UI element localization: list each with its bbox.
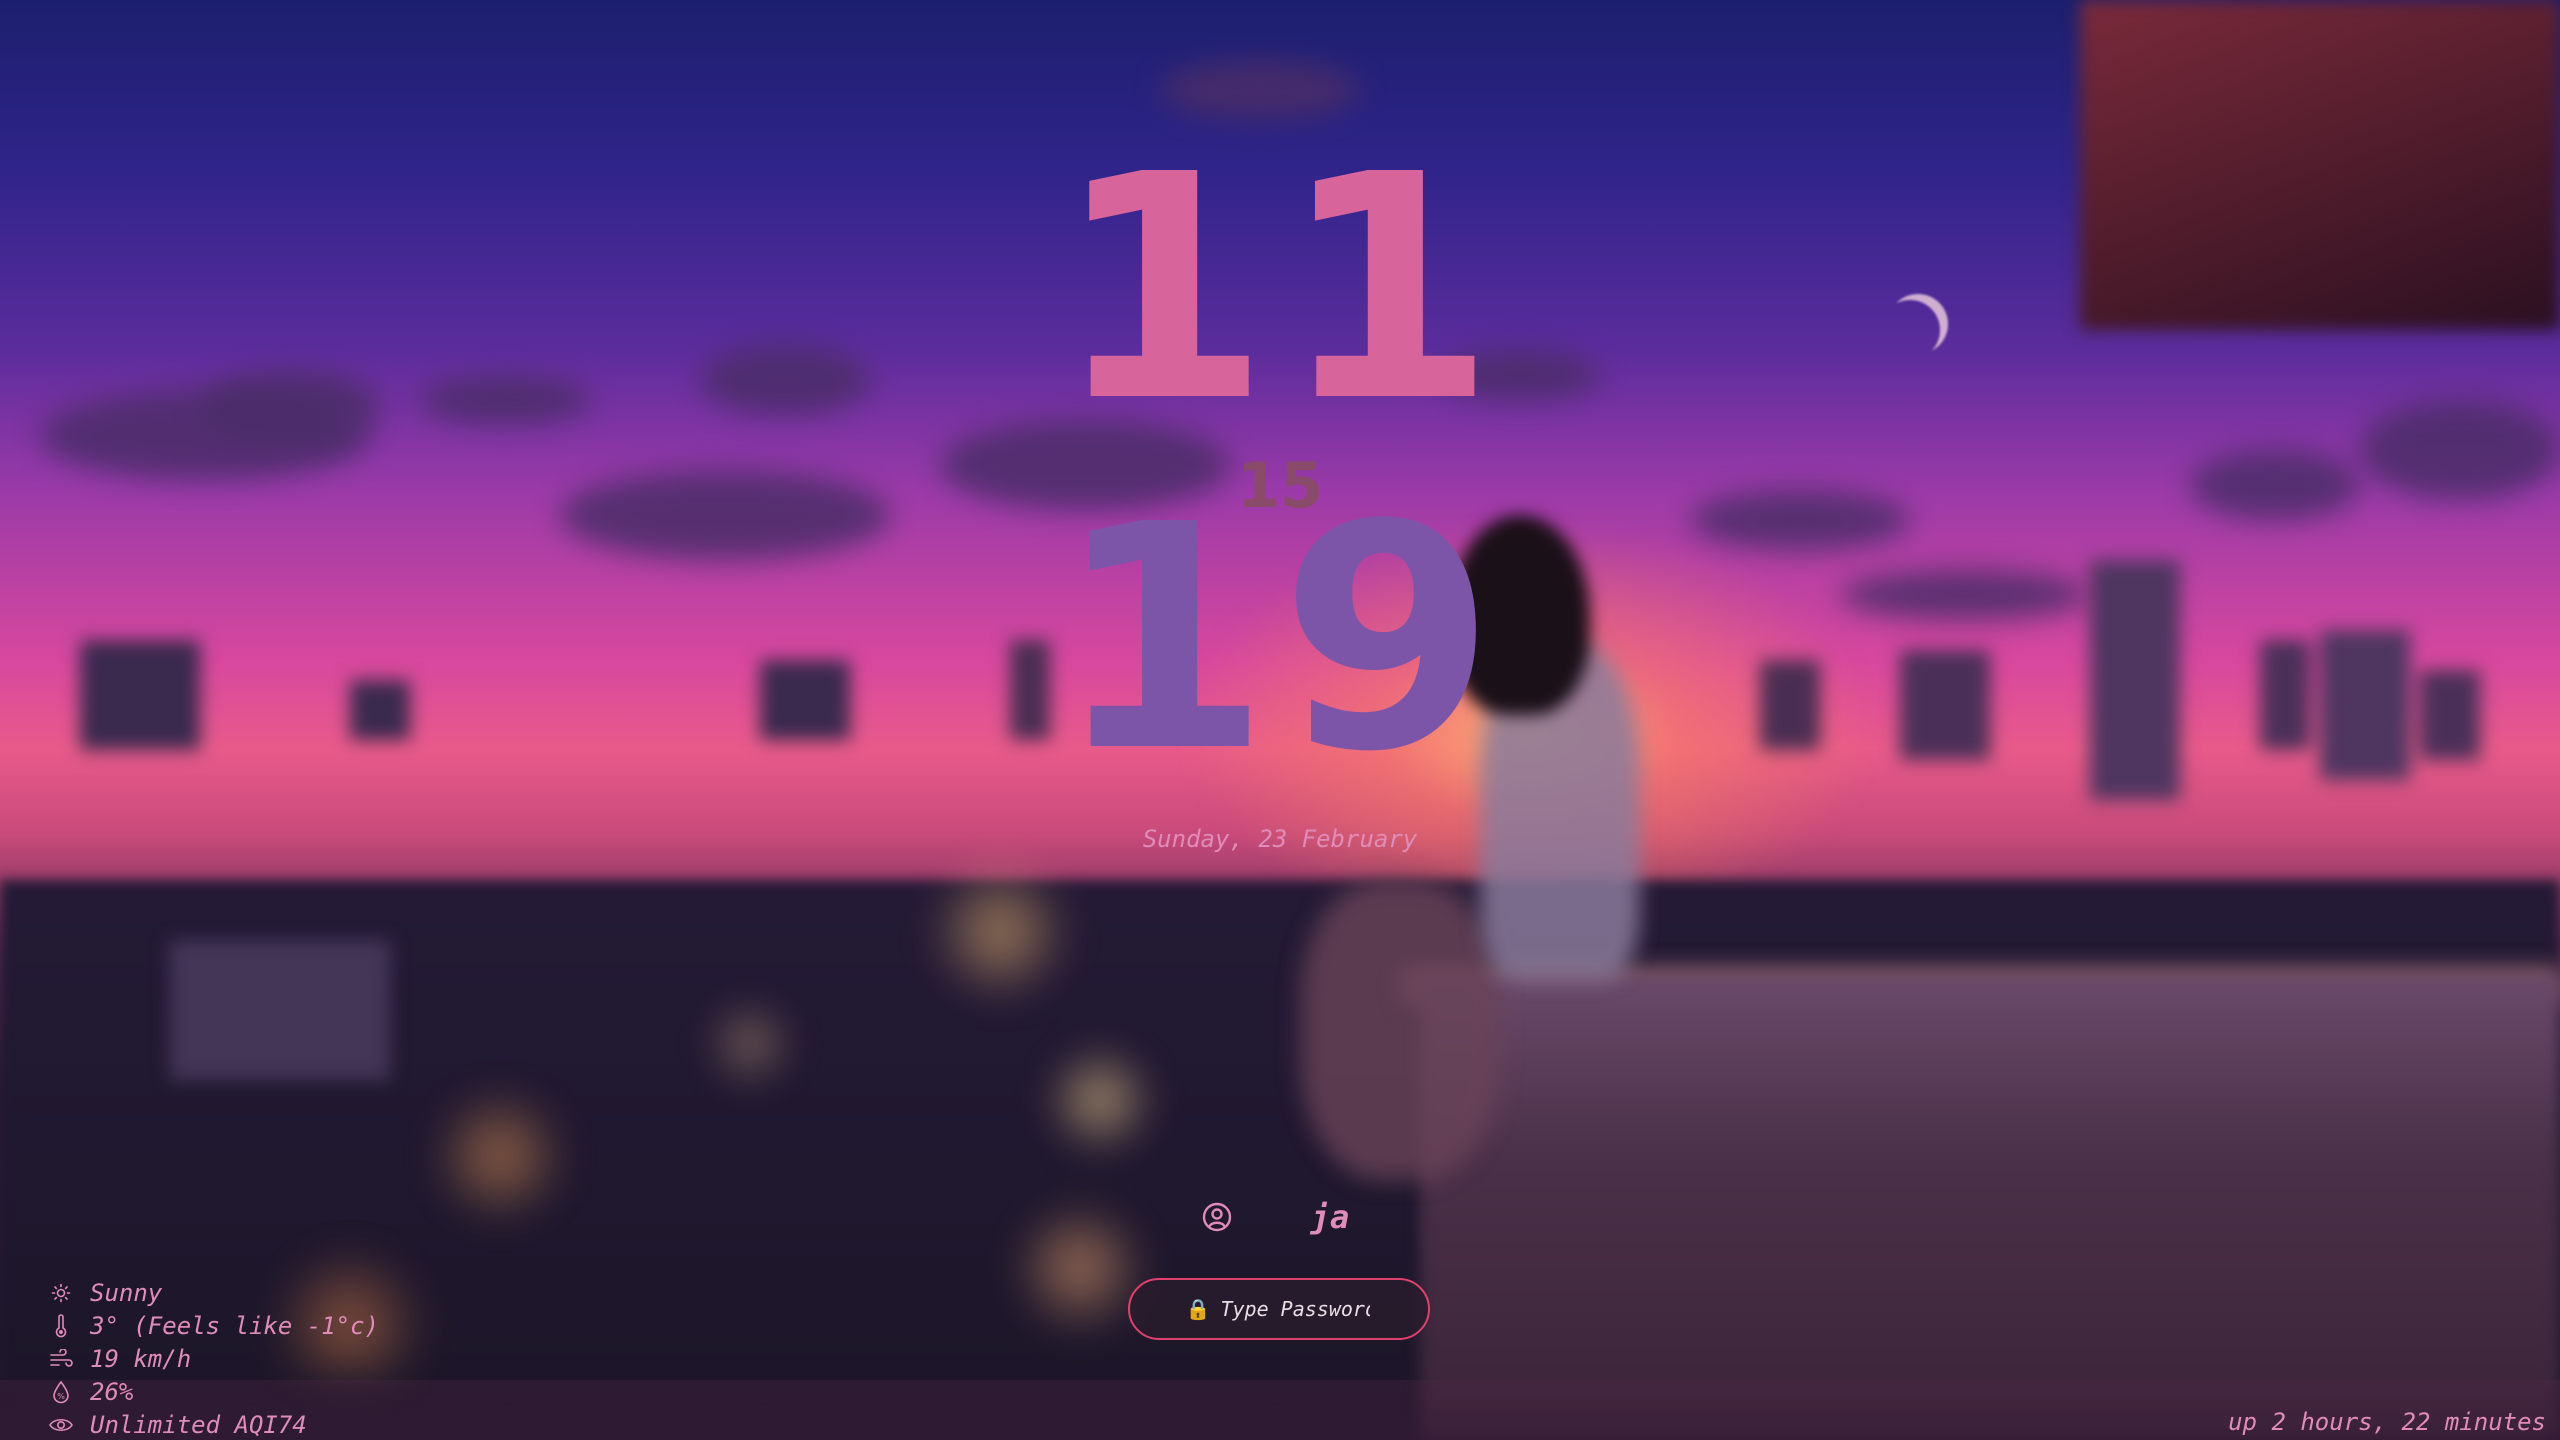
username-label: ja bbox=[1310, 1198, 1350, 1236]
wallpaper-figure-legs bbox=[1300, 880, 1500, 1180]
wallpaper-moon bbox=[1880, 300, 1940, 360]
wind-icon bbox=[46, 1346, 76, 1372]
weather-humidity: 26% bbox=[90, 1377, 134, 1406]
weather-widget: Sunny 3° (Feels like -1°c) 19 km/h % 26%… bbox=[46, 1276, 379, 1440]
svg-text:%: % bbox=[57, 1392, 65, 1401]
wallpaper-cloud bbox=[1840, 570, 2090, 620]
wallpaper-cloud bbox=[2190, 450, 2360, 520]
date-label: Sunday, 23 February bbox=[1142, 825, 1418, 853]
weather-row-wind: 19 km/h bbox=[46, 1342, 379, 1375]
wallpaper-cloud bbox=[200, 370, 380, 440]
weather-row-visibility: Unlimited AQI74 bbox=[46, 1408, 379, 1440]
password-field-container[interactable]: 🔒 bbox=[1128, 1278, 1430, 1340]
wallpaper-ledge bbox=[1420, 975, 2560, 1440]
weather-condition: Sunny bbox=[90, 1278, 163, 1307]
clock-minutes: 19 bbox=[1054, 459, 1506, 820]
lock-icon: 🔒 bbox=[1185, 1297, 1211, 1321]
user-circle-icon bbox=[1202, 1202, 1232, 1232]
eye-icon bbox=[46, 1412, 76, 1438]
wallpaper-cloud bbox=[560, 470, 890, 560]
weather-row-temperature: 3° (Feels like -1°c) bbox=[46, 1309, 379, 1342]
sun-icon bbox=[46, 1280, 76, 1306]
lock-screen: 11 15 19 Sunday, 23 February ja 🔒 Sunny … bbox=[0, 0, 2560, 1440]
wallpaper-cloud bbox=[420, 375, 590, 425]
uptime-label: up 2 hours, 22 minutes bbox=[2228, 1408, 2546, 1436]
weather-temperature: 3° (Feels like -1°c) bbox=[90, 1311, 379, 1340]
thermometer-icon bbox=[46, 1313, 76, 1339]
clock-hours: 11 bbox=[1054, 109, 1506, 470]
wallpaper-bottom-strip bbox=[0, 1380, 2560, 1440]
weather-row-condition: Sunny bbox=[46, 1276, 379, 1309]
weather-row-humidity: % 26% bbox=[46, 1375, 379, 1408]
password-input[interactable] bbox=[1218, 1296, 1373, 1322]
wallpaper-cloud bbox=[1690, 490, 1910, 550]
user-row: ja bbox=[1200, 1195, 1360, 1239]
weather-visibility-aqi: Unlimited AQI74 bbox=[90, 1410, 307, 1439]
wallpaper-balcony bbox=[2080, 0, 2560, 330]
wallpaper-cloud bbox=[2360, 400, 2560, 500]
wallpaper-cloud bbox=[700, 345, 870, 415]
weather-wind: 19 km/h bbox=[90, 1344, 192, 1373]
droplet-icon: % bbox=[46, 1379, 76, 1405]
